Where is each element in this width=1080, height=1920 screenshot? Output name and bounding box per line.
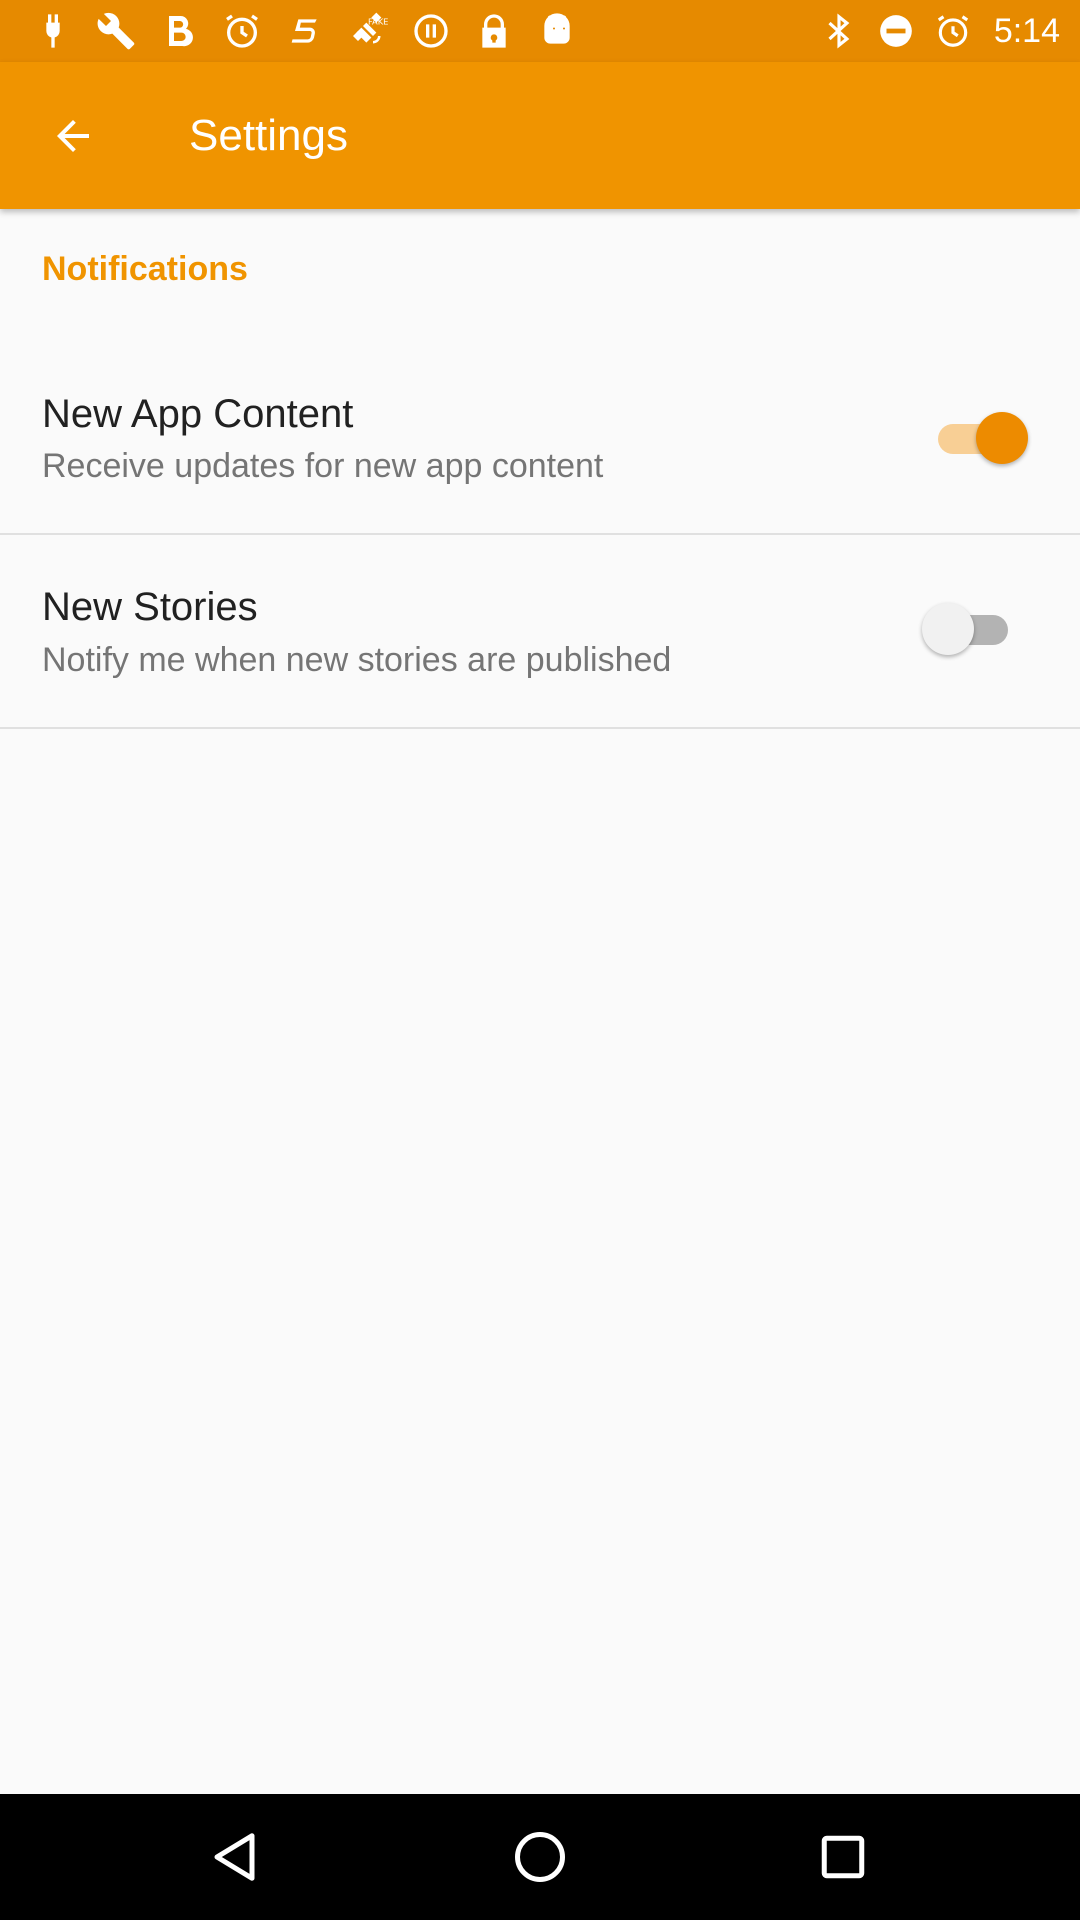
preference-new-stories[interactable]: New Stories Notify me when new stories a…: [0, 535, 1080, 728]
swipe-s-icon: [282, 8, 328, 54]
pause-circle-icon: [408, 8, 454, 54]
preference-new-app-content[interactable]: New App Content Receive updates for new …: [0, 340, 1080, 534]
wrench-icon: [93, 8, 139, 54]
preference-summary: Notify me when new stories are published: [42, 641, 672, 679]
lock-icon: [471, 8, 517, 54]
status-clock: 5:14: [993, 11, 1060, 50]
alarm-icon: [219, 8, 265, 54]
divider: [0, 727, 1080, 729]
nav-recents-button[interactable]: [803, 1817, 883, 1897]
nav-back-button[interactable]: [197, 1817, 277, 1897]
status-system-icons: 5:14: [817, 8, 1060, 54]
alarm-icon: [931, 8, 975, 54]
fake-gps-satellite-icon: FAKE: [345, 8, 391, 54]
back-triangle-icon: [207, 1827, 267, 1887]
preference-title: New App Content: [42, 392, 354, 436]
preference-title: New Stories: [42, 585, 258, 629]
new-stories-toggle[interactable]: [918, 599, 1028, 659]
status-notification-icons: FAKE: [30, 8, 597, 54]
home-circle-icon: [510, 1827, 570, 1887]
bold-b-icon: [156, 8, 202, 54]
do-not-disturb-icon: [874, 8, 918, 54]
bluetooth-icon: [817, 8, 861, 54]
back-button[interactable]: [28, 91, 118, 181]
recents-square-icon: [813, 1827, 873, 1887]
arrow-back-icon: [49, 112, 97, 160]
status-bar: FAKE 5:14: [0, 0, 1080, 62]
navigation-bar: [0, 1794, 1080, 1920]
preference-summary: Receive updates for new app content: [42, 447, 604, 485]
switch-thumb: [922, 603, 974, 655]
section-header-notifications: Notifications: [42, 250, 248, 288]
plug-icon: [30, 8, 76, 54]
nav-home-button[interactable]: [500, 1817, 580, 1897]
android-robot-icon: [534, 8, 580, 54]
switch-thumb: [976, 412, 1028, 464]
page-title: Settings: [189, 111, 348, 160]
svg-text:FAKE: FAKE: [368, 16, 388, 26]
new-app-content-toggle[interactable]: [918, 408, 1028, 468]
app-bar: Settings: [0, 62, 1080, 209]
